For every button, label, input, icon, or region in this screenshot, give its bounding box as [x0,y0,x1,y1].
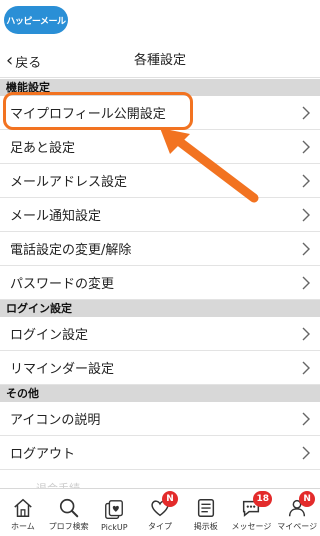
settings-item-label: アイコンの説明 [10,413,101,428]
notification-badge: N [162,491,179,507]
pickup-icon [105,500,124,519]
chevron-right-icon [302,130,310,164]
section-header-features: 機能設定 [0,79,320,96]
tab-board[interactable]: 掲示板 [183,489,229,536]
tab-label: マイページ [277,522,318,531]
tab-profile-search[interactable]: プロフ検索 [46,489,92,536]
app-header: ハッピーメール [0,0,320,40]
settings-item-label: メールアドレス設定 [10,175,128,190]
chevron-right-icon [302,232,310,266]
settings-item-email-address[interactable]: メールアドレス設定 [0,164,320,198]
search-icon [59,498,78,518]
settings-item-profile-visibility[interactable]: マイプロフィール公開設定 [0,96,320,130]
tab-type[interactable]: N タイプ [137,489,183,536]
board-icon [197,499,214,517]
tab-label: タイプ [148,522,173,531]
tab-label: PickUP [101,523,128,532]
navigation-bar: ‹ 戻る 各種設定 [0,44,320,78]
tab-label: プロフ検索 [48,522,89,531]
tab-home[interactable]: ホーム [0,489,46,536]
tab-bar: ホーム プロフ検索 PickUP N タイプ 掲示板 18 メッセージ N マイ… [0,488,320,536]
chevron-right-icon [302,266,310,300]
chevron-right-icon [302,351,310,385]
section-header-other: その他 [0,385,320,402]
settings-item-phone[interactable]: 電話設定の変更/解除 [0,232,320,266]
tab-label: メッセージ [231,522,272,531]
settings-item-label: ログイン設定 [10,328,89,343]
notification-badge: N [299,491,316,507]
settings-item-label: 足あと設定 [10,141,76,156]
settings-item-reminder[interactable]: リマインダー設定 [0,351,320,385]
settings-list: 機能設定 マイプロフィール公開設定 足あと設定 メールアドレス設定 メール通知設… [0,79,320,470]
settings-item-label: メール通知設定 [10,209,102,224]
home-icon [14,498,32,517]
settings-item-label: リマインダー設定 [10,362,115,377]
notification-badge: 18 [253,491,272,507]
page-title: 各種設定 [133,53,186,68]
chevron-right-icon [302,198,310,232]
settings-item-icon-help[interactable]: アイコンの説明 [0,402,320,436]
chevron-right-icon [302,317,310,351]
settings-item-label: ログアウト [10,447,76,462]
chevron-right-icon [302,402,310,436]
settings-item-footprint[interactable]: 足あと設定 [0,130,320,164]
chevron-right-icon [302,436,310,470]
tab-pickup[interactable]: PickUP [91,489,137,536]
app-logo[interactable]: ハッピーメール [4,6,68,34]
tab-label: 掲示板 [193,522,218,531]
chevron-right-icon [302,96,310,130]
settings-item-email-notification[interactable]: メール通知設定 [0,198,320,232]
settings-item-login[interactable]: ログイン設定 [0,317,320,351]
settings-item-label: マイプロフィール公開設定 [10,107,166,122]
settings-item-label: 電話設定の変更/解除 [10,243,132,258]
tab-label: ホーム [10,522,35,531]
section-header-login: ログイン設定 [0,300,320,317]
settings-item-label: パスワードの変更 [10,277,115,292]
settings-item-logout[interactable]: ログアウト [0,436,320,470]
tab-mypage[interactable]: N マイページ [274,489,320,536]
settings-item-password[interactable]: パスワードの変更 [0,266,320,300]
tab-message[interactable]: 18 メッセージ [229,489,275,536]
chevron-right-icon [302,164,310,198]
